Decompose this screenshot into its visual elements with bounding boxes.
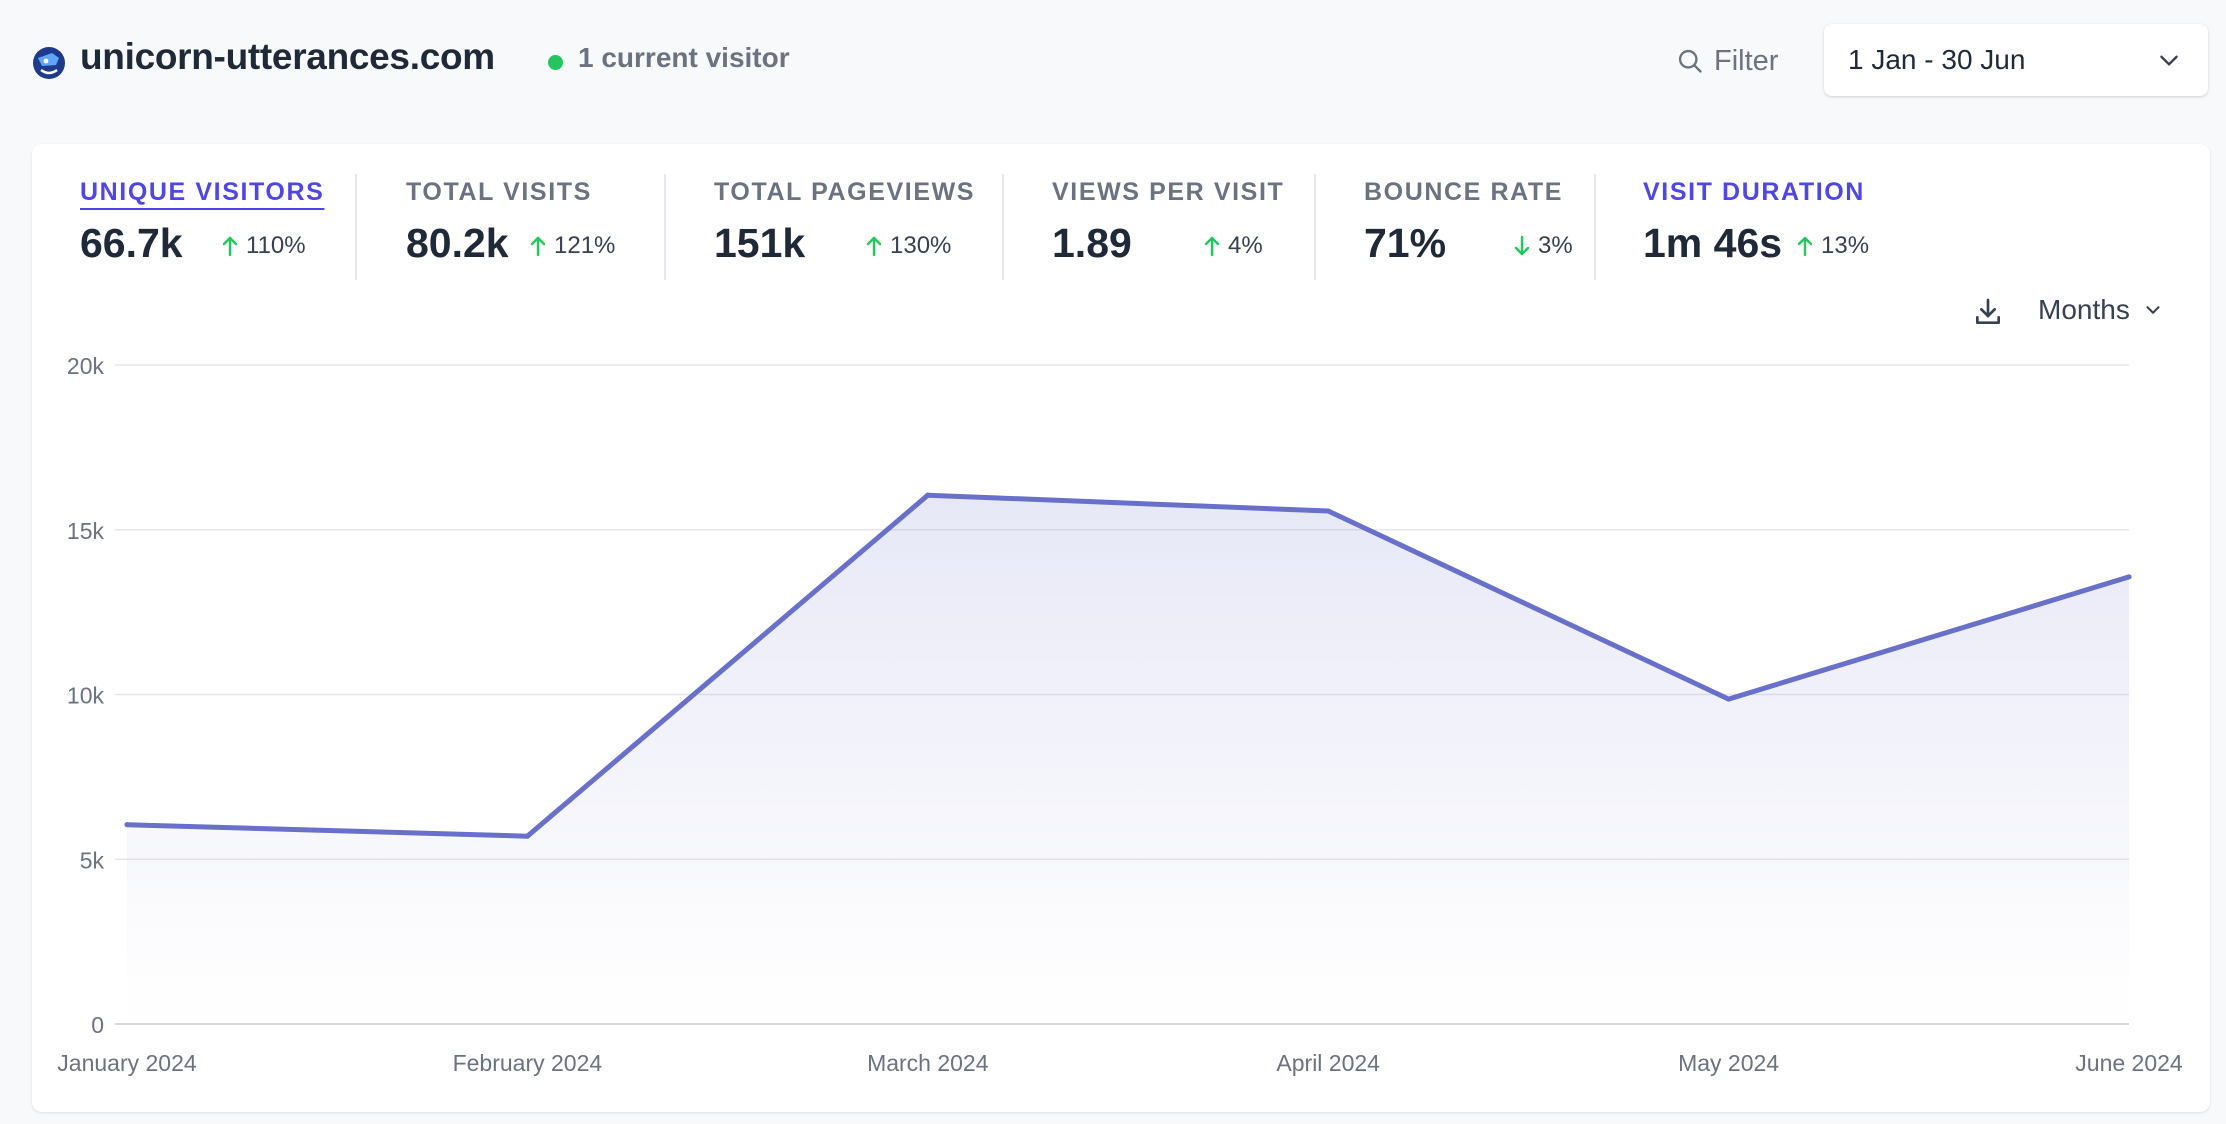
x-tick-label: March 2024 bbox=[867, 1050, 989, 1076]
x-tick-label: April 2024 bbox=[1276, 1050, 1380, 1076]
x-tick-label: February 2024 bbox=[453, 1050, 603, 1076]
visitors-chart: 0 5k 10k 15k 20k January 2024 February 2024 Mar… bbox=[57, 353, 2183, 1076]
data-point bbox=[124, 822, 130, 828]
data-point bbox=[2126, 574, 2132, 580]
y-tick-label: 0 bbox=[91, 1012, 104, 1038]
data-point bbox=[925, 492, 931, 498]
data-point bbox=[1325, 508, 1331, 514]
data-point bbox=[1726, 696, 1732, 702]
y-tick-label: 15k bbox=[67, 518, 105, 544]
y-tick-label: 5k bbox=[80, 847, 105, 873]
x-tick-label: May 2024 bbox=[1678, 1050, 1779, 1076]
x-tick-label: January 2024 bbox=[57, 1050, 197, 1076]
y-tick-label: 10k bbox=[67, 683, 105, 709]
data-point bbox=[524, 833, 530, 839]
x-tick-label: June 2024 bbox=[2075, 1050, 2183, 1076]
series-area bbox=[127, 495, 2129, 1024]
y-tick-label: 20k bbox=[67, 353, 105, 379]
